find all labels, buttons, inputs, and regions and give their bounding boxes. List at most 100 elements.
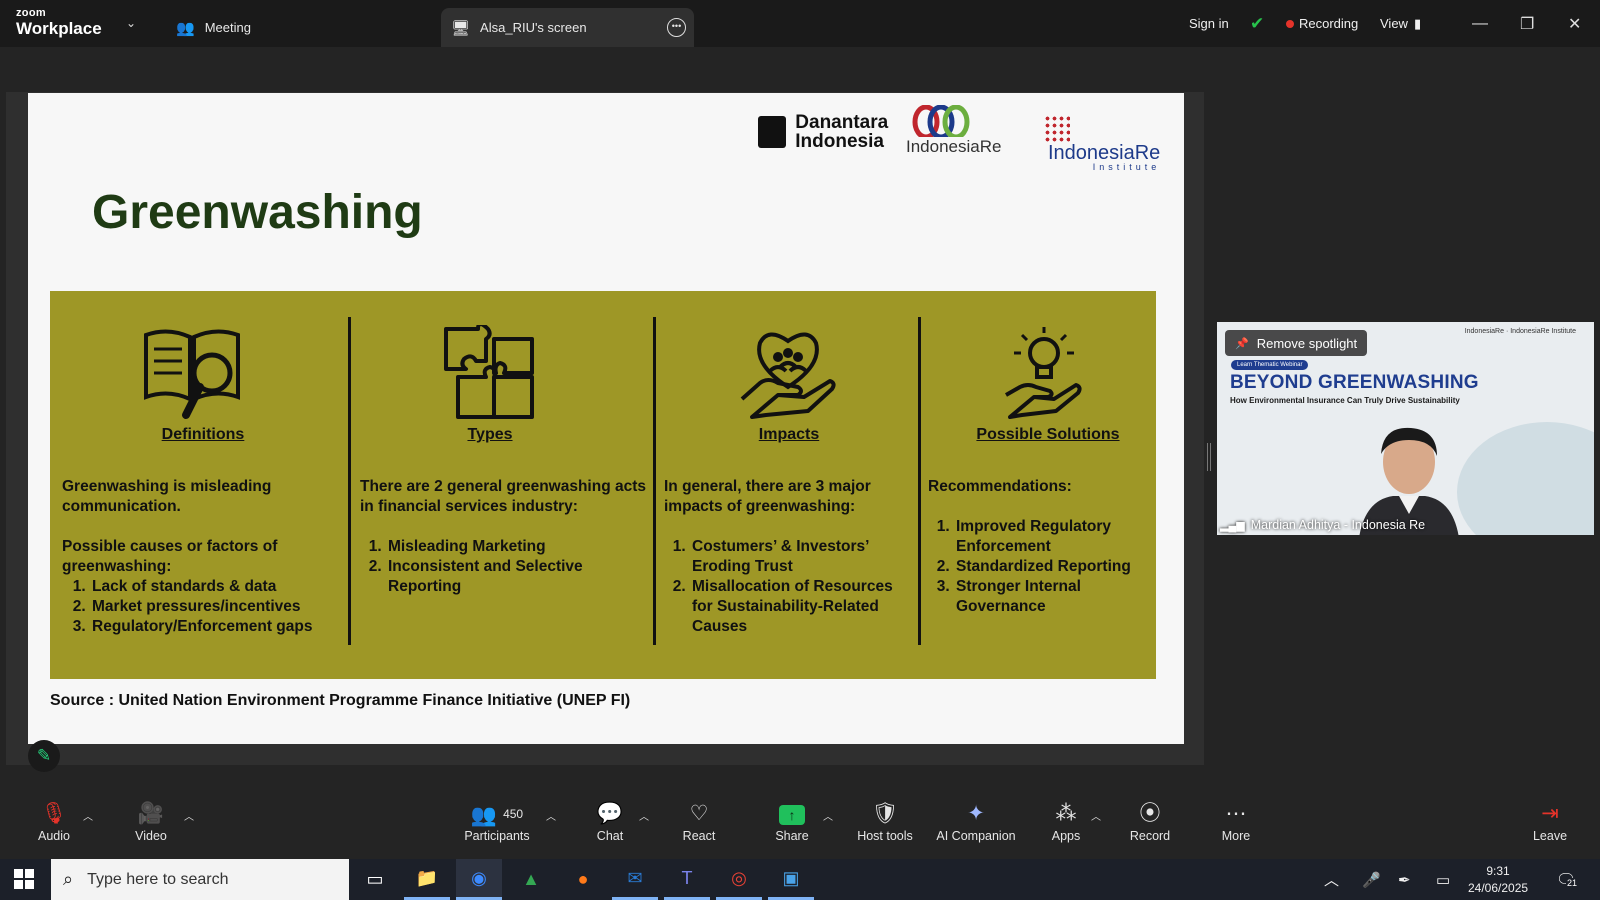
definitions-causes-intro: Possible causes or factors of greenwashi… [62,538,278,575]
lightbulb-hand-icon [1005,327,1082,419]
impacts-list: Costumers’ & Investors’ Eroding Trust Mi… [664,537,914,637]
solutions-body: Recommendations: Improved Regulatory Enf… [928,477,1154,617]
people-icon: 👥 [176,19,195,37]
tab-shared-screen[interactable]: 🖥 Alsa_RIU's screen ••• [441,8,694,47]
indonesiare-rings-icon [912,105,970,137]
tray-expand-icon[interactable]: ︿ [1324,859,1339,900]
remove-spotlight-label: Remove spotlight [1256,335,1358,351]
chrome-icon[interactable]: ◎ [716,859,762,900]
taskbar-clock[interactable]: 9:31 24/06/2025 [1468,863,1528,897]
minimize-window-icon[interactable]: — [1472,0,1488,47]
tab-meeting[interactable]: 👥 Meeting [176,8,251,47]
react-label: React [682,829,716,843]
microphone-tray-icon[interactable]: 🎤 [1362,859,1381,900]
zoom-title-bar: zoom Workplace ⌄ 👥 Meeting 🖥 Alsa_RIU's … [0,0,1600,47]
view-button[interactable]: View ▮ [1380,0,1421,47]
video-button[interactable]: 🎥 Video [130,800,172,843]
taskbar-search-box[interactable]: ⌕ Type here to search [51,859,349,900]
task-view-icon[interactable]: ▭ [352,859,398,900]
institute-sub: Institute [1092,162,1161,172]
record-button[interactable]: ⦿ Record [1126,800,1174,843]
participants-label: Participants [464,829,530,843]
annotate-pen-icon[interactable]: ✎ [28,740,60,772]
audio-label: Audio [38,829,70,843]
danantara-mark-icon [758,116,786,148]
chat-options-caret[interactable]: ︿ [639,808,649,823]
host-tools-button[interactable]: 🛡 Host tools [848,800,922,843]
solutions-intro: Recommendations: [928,478,1072,495]
react-button[interactable]: ♡ React [679,800,719,843]
video-background-wave [1457,422,1594,535]
panel-resize-handle[interactable] [1207,443,1211,471]
firefox-icon[interactable]: ● [560,859,606,900]
apps-options-caret[interactable]: ︿ [1091,808,1101,823]
list-item: Inconsistent and Selective Reporting [386,557,650,597]
audio-button[interactable]: 🎙 Audio [34,800,74,843]
list-item: Stronger Internal Governance [954,577,1154,617]
participants-count: 450 [503,807,524,821]
recording-label: Recording [1299,16,1359,31]
participants-options-caret[interactable]: ︿ [546,808,556,823]
more-button[interactable]: ⋯ More [1216,800,1256,843]
security-shield-icon[interactable]: ✔ [1250,0,1264,47]
chevron-down-icon[interactable]: ⌄ [126,16,136,30]
share-screen-icon: ↑ [779,805,805,825]
video-logos: IndonesiaRe · IndonesiaRe Institute [1464,328,1576,335]
sign-in-button[interactable]: Sign in [1189,0,1229,47]
chat-button[interactable]: 💬 Chat [592,800,628,843]
close-window-icon[interactable]: ✕ [1568,0,1581,47]
greenwashing-panel: Definitions Greenwashing is misleading c… [50,291,1156,679]
list-item: Standardized Reporting [954,557,1154,577]
column-impacts: Impacts In general, there are 3 major im… [664,291,914,679]
leave-icon: ⇥ [1541,802,1559,825]
recording-indicator[interactable]: Recording [1286,0,1358,47]
danantara-line1: Danantara [795,112,889,133]
chat-label: Chat [596,829,624,843]
video-label: Video [135,829,167,843]
list-item: Improved Regulatory Enforcement [954,517,1154,557]
list-item: Regulatory/Enforcement gaps [90,617,344,637]
notification-center-icon[interactable]: 🗨21 [1556,870,1579,890]
slide-title: Greenwashing [92,186,423,239]
list-item: Costumers’ & Investors’ Eroding Trust [690,537,914,577]
participant-name-tag: ▂▄▆ Mardian Adhitya - Indonesia Re [1218,515,1425,535]
zoom-workplace-logo[interactable]: zoom Workplace [16,8,102,38]
apps-icon: ⁂ [1055,802,1077,825]
display-tray-icon[interactable]: ▭ [1436,859,1450,900]
google-drive-icon[interactable]: ▲ [508,859,554,900]
zoom-app-icon[interactable]: ◉ [456,859,502,900]
column-solutions: Possible Solutions Recommendations: Impr… [928,291,1154,679]
search-icon: ⌕ [63,869,74,889]
video-options-caret[interactable]: ︿ [184,808,194,823]
photos-app-icon[interactable]: ▣ [768,859,814,900]
host-shield-icon: 🛡 [871,802,899,825]
logo-workplace-text: Workplace [16,19,102,38]
windows-start-icon[interactable] [14,869,34,889]
restore-window-icon[interactable]: ❐ [1520,0,1534,47]
video-title: BEYOND GREENWASHING [1230,372,1479,393]
remove-spotlight-button[interactable]: 📌 Remove spotlight [1225,330,1368,356]
share-button[interactable]: ↑ Share [770,800,814,843]
ai-companion-button[interactable]: ✦ AI Companion [932,800,1020,843]
outlook-icon[interactable]: ✉ [612,859,658,900]
participants-button[interactable]: 👥 450 Participants [460,800,534,843]
audio-options-caret[interactable]: ︿ [83,808,93,823]
column-types: Types There are 2 general greenwashing a… [360,291,650,679]
leave-button[interactable]: ⇥ Leave [1530,800,1570,843]
clock-time: 9:31 [1486,864,1510,878]
meeting-toolbar: 🎙 Audio ︿ 🎥 Video ︿ 👥 450 Participants ︿ … [0,800,1600,859]
puzzle-icon [444,325,534,419]
heading-types: Types [467,426,513,443]
pin-icon: 📌 [1235,337,1249,350]
solutions-list: Improved Regulatory Enforcement Standard… [928,517,1154,617]
apps-button[interactable]: ⁂ Apps [1046,800,1086,843]
teams-icon[interactable]: T [664,859,710,900]
pen-tray-icon[interactable]: ✒ [1398,859,1411,900]
file-explorer-icon[interactable]: 📁 [404,859,450,900]
windows-taskbar: ⌕ Type here to search ▭ 📁 ◉ ▲ ● ✉ T ◎ ▣ … [0,859,1600,900]
share-options-caret[interactable]: ︿ [823,808,833,823]
heading-definitions: Definitions [161,426,245,443]
video-subtitle: How Environmental Insurance Can Truly Dr… [1230,396,1460,405]
more-options-icon[interactable]: ••• [667,18,686,37]
types-list: Misleading Marketing Inconsistent and Se… [360,537,650,597]
